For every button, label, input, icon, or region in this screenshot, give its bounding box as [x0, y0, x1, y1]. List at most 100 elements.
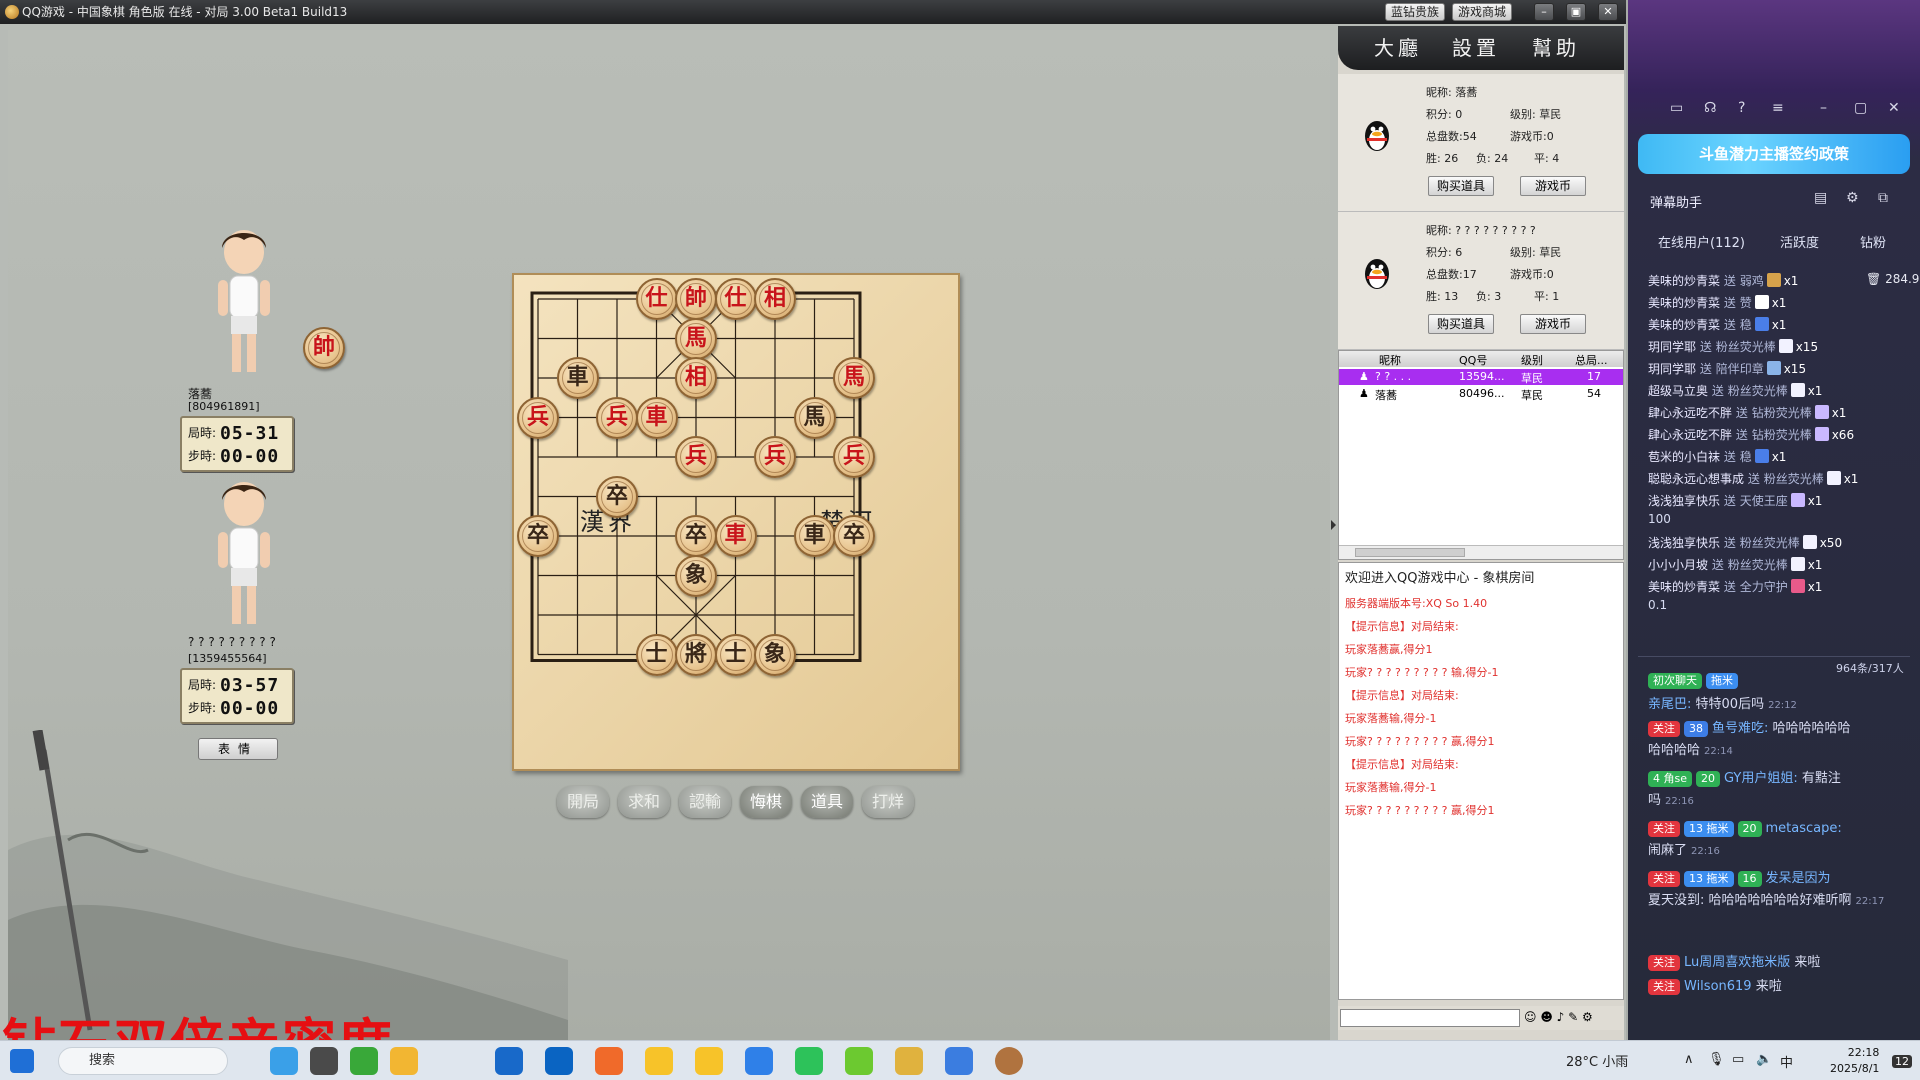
- table-row[interactable]: ♟? ? . . . 13594... 草民 17: [1339, 369, 1623, 385]
- popout-icon[interactable]: ⧉: [1878, 190, 1888, 206]
- menu-help[interactable]: 幫助: [1532, 32, 1580, 61]
- piece-red-13[interactable]: 兵: [754, 436, 796, 478]
- ime-indicator[interactable]: 中: [1780, 1052, 1793, 1071]
- taskbar-folder-icon[interactable]: [390, 1047, 418, 1075]
- emote-button[interactable]: 表情: [198, 738, 278, 760]
- tab-online-users[interactable]: 在线用户(112): [1658, 232, 1745, 251]
- action-button-2[interactable]: 認輸: [679, 786, 731, 818]
- piece-black-5[interactable]: 車: [556, 357, 599, 399]
- piece-red-10[interactable]: 車: [635, 396, 678, 439]
- chat-bubble-icon[interactable]: ▭: [1670, 100, 1683, 116]
- menu-settings[interactable]: 設置: [1452, 32, 1500, 61]
- chess-app-icon[interactable]: [995, 1047, 1023, 1075]
- headset-icon[interactable]: ☊: [1704, 100, 1716, 116]
- qq-penguin-icon: [1365, 259, 1389, 289]
- menu-icon[interactable]: ≡: [1772, 100, 1784, 116]
- piece-red-2[interactable]: 仕: [714, 278, 757, 320]
- player-list-hscroll[interactable]: [1339, 545, 1623, 559]
- piece-red-0[interactable]: 仕: [635, 278, 678, 320]
- danmu-message: 关注 13 拖米 16 发呆是因为 夏天没到: 哈哈哈哈哈哈哈好难听啊 22:17: [1648, 871, 1885, 908]
- help-icon[interactable]: ?: [1738, 100, 1745, 116]
- weather[interactable]: 28°C 小雨: [1566, 1051, 1628, 1070]
- windows-start-icon[interactable]: [10, 1049, 34, 1073]
- piece-black-17[interactable]: 卒: [675, 515, 717, 557]
- network-icon[interactable]: ▭: [1732, 1052, 1744, 1067]
- chat-log-line: 玩家? ? ? ? ? ? ? ? ? 赢,得分1: [1345, 804, 1495, 817]
- emoji-toolbar-icon[interactable]: ☺ ☻ ♪ ✎ ⚙: [1524, 1010, 1593, 1024]
- qq-game-icon[interactable]: [945, 1047, 973, 1075]
- action-button-5[interactable]: 打烊: [862, 786, 914, 818]
- taskbar-app-icon[interactable]: [595, 1047, 623, 1075]
- taskbar-search[interactable]: 搜索: [58, 1047, 228, 1075]
- wechat-icon[interactable]: [795, 1047, 823, 1075]
- gift-icon: [1766, 273, 1781, 287]
- clock[interactable]: 22:18 2025/8/1: [1830, 1045, 1879, 1077]
- piece-black-19[interactable]: 車: [793, 515, 836, 557]
- panel-collapse-handle[interactable]: [1330, 490, 1338, 570]
- chat-input[interactable]: [1340, 1009, 1520, 1027]
- gift-icon: [1814, 427, 1829, 441]
- action-button-4[interactable]: 道具: [801, 786, 853, 818]
- action-button-1[interactable]: 求和: [618, 786, 670, 818]
- piece-black-24[interactable]: 士: [714, 633, 757, 676]
- chess-board[interactable]: 漢界 楚河 仕帥仕相馬車相馬兵兵車馬兵兵兵卒卒卒車車卒象士將士象: [512, 273, 960, 771]
- game-coins-button[interactable]: 游戏币: [1520, 176, 1586, 196]
- player-info-card: 昵称: 落蕎 积分: 0 级别: 草民 总盘数:54 游戏币:0 胜: 26 负: 24 平:…: [1338, 74, 1624, 212]
- outlook-icon[interactable]: [545, 1047, 573, 1075]
- gift-line: 超级马立奥 送 粉丝荧光棒 x1: [1648, 383, 1823, 398]
- table-row[interactable]: ♟ 落蕎 80496... 草民 54: [1339, 386, 1623, 402]
- taskbar-app-icon[interactable]: [645, 1047, 673, 1075]
- piece-red-7[interactable]: 馬: [833, 357, 875, 399]
- user-badge: 38: [1684, 721, 1708, 737]
- piece-black-25[interactable]: 象: [754, 633, 796, 676]
- piece-red-14[interactable]: 兵: [833, 436, 875, 478]
- taskbar-app-icon[interactable]: [270, 1047, 298, 1075]
- tray-chevron-icon[interactable]: ∧: [1684, 1052, 1694, 1067]
- piece-red-18[interactable]: 車: [714, 515, 757, 557]
- close-icon[interactable]: ✕: [1598, 3, 1618, 21]
- list-icon[interactable]: ▤: [1814, 190, 1827, 206]
- game-coins-button[interactable]: 游戏币: [1520, 314, 1586, 334]
- minimize-icon[interactable]: –: [1534, 3, 1554, 21]
- piece-black-15[interactable]: 卒: [596, 475, 638, 518]
- taskbar-app-icon[interactable]: [895, 1047, 923, 1075]
- piece-black-11[interactable]: 馬: [793, 396, 836, 439]
- taskbar-app-icon[interactable]: [350, 1047, 378, 1075]
- taskbar-app-icon[interactable]: [695, 1047, 723, 1075]
- douyu-banner[interactable]: 斗鱼潜力主播签约政策: [1638, 134, 1910, 174]
- piece-red-9[interactable]: 兵: [596, 396, 638, 439]
- volume-icon[interactable]: 🔈: [1756, 1052, 1772, 1067]
- taskbar-app-icon[interactable]: [745, 1047, 773, 1075]
- notification-badge[interactable]: 12: [1892, 1055, 1912, 1068]
- maximize-icon[interactable]: ▢: [1854, 100, 1867, 116]
- microphone-icon[interactable]: 🎙: [1708, 1052, 1725, 1067]
- maximize-icon[interactable]: ▣: [1566, 3, 1586, 21]
- settings-icon[interactable]: ⚙: [1846, 190, 1859, 206]
- tab-diamond-fans[interactable]: 钻粉: [1860, 232, 1886, 251]
- piece-red-12[interactable]: 兵: [675, 436, 717, 478]
- tab-activity[interactable]: 活跃度: [1780, 232, 1819, 251]
- action-button-3[interactable]: 悔棋: [740, 786, 792, 818]
- piece-red-6[interactable]: 相: [675, 357, 717, 399]
- taskbar-app-icon[interactable]: [845, 1047, 873, 1075]
- vip-button[interactable]: 蓝钻贵族: [1385, 3, 1445, 21]
- buy-items-button[interactable]: 购买道具: [1428, 314, 1494, 334]
- taskbar: 搜索 28°C 小雨 ∧ 🎙 ▭ 🔈 中 22:18 2025/8/1 12: [0, 1040, 1920, 1080]
- taskbar-app-icon[interactable]: [310, 1047, 338, 1075]
- minimize-icon[interactable]: –: [1820, 100, 1827, 116]
- piece-red-3[interactable]: 相: [754, 278, 796, 320]
- piece-black-20[interactable]: 卒: [833, 515, 875, 557]
- action-button-0[interactable]: 開局: [557, 786, 609, 818]
- close-icon[interactable]: ✕: [1888, 100, 1900, 116]
- piece-red-4[interactable]: 馬: [675, 317, 717, 360]
- piece-red-8[interactable]: 兵: [517, 396, 559, 439]
- piece-black-23[interactable]: 將: [675, 633, 717, 676]
- piece-red-1[interactable]: 帥: [675, 278, 717, 320]
- menu-lobby[interactable]: 大廳: [1374, 32, 1422, 61]
- piece-black-22[interactable]: 士: [635, 633, 678, 676]
- piece-black-16[interactable]: 卒: [517, 515, 559, 557]
- piece-black-21[interactable]: 象: [675, 554, 717, 597]
- buy-items-button[interactable]: 购买道具: [1428, 176, 1494, 196]
- taskbar-app-icon[interactable]: [495, 1047, 523, 1075]
- game-mall-button[interactable]: 游戏商城: [1452, 3, 1512, 21]
